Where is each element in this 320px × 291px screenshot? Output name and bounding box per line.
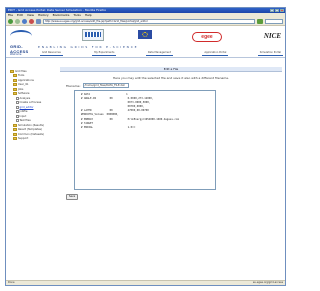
menu-view[interactable]: View (27, 13, 34, 18)
go-button[interactable] (257, 19, 263, 24)
save-button[interactable]: Save (66, 194, 78, 200)
home-icon[interactable] (36, 19, 41, 24)
back-icon[interactable] (8, 19, 13, 24)
forward-icon[interactable] (15, 19, 20, 24)
banner-tagline: ENABLING GRIDS FOR E-SCIENCE (38, 45, 139, 49)
folder-icon (13, 83, 17, 87)
file-icon (16, 119, 19, 123)
menu-edit[interactable]: Edit (17, 13, 23, 18)
folder-icon (13, 74, 17, 78)
file-icon (16, 110, 19, 114)
page-content: Grid files Tools Applications User_lib Jobs S… (6, 66, 285, 280)
file-tree-sidebar: Grid files Tools Applications User_lib Jobs S… (8, 67, 58, 280)
instructions-text: Here you may edit the selected file and … (112, 76, 230, 80)
menu-help[interactable]: Help (85, 13, 92, 18)
browser-window: EDIT - Grid Access Portal: Data Server S… (5, 7, 286, 286)
minimize-button[interactable] (270, 9, 274, 12)
search-input[interactable] (265, 19, 283, 24)
project-logo (82, 29, 104, 41)
sidebar-item-label: User_lib (18, 83, 29, 87)
folder-icon (13, 137, 17, 141)
grid-access-logo[interactable]: GRID-ACCESS (10, 30, 32, 54)
stop-icon[interactable] (29, 19, 34, 24)
sidebar-item-label: grid_editor (19, 105, 34, 109)
barcode-logo-icon (85, 32, 101, 37)
nav-link[interactable]: Simulation Portal (257, 51, 283, 56)
status-bar: Done eu-egee.org/grid-access (6, 280, 285, 285)
address-bar[interactable]: http://www.eu-egee.org/grid-access/edit_… (43, 19, 255, 24)
nav-link[interactable]: Grid Resources (40, 51, 63, 56)
menu-history[interactable]: History (38, 13, 49, 18)
sidebar-item-label: Tools (18, 74, 25, 78)
sidebar-item-label: Result (Templates) (18, 128, 43, 132)
top-nav: Grid Resources My Experiments Data Manag… (40, 51, 283, 56)
maximize-button[interactable] (275, 9, 279, 12)
menu-bookmarks[interactable]: Bookmarks (53, 13, 70, 18)
menu-tools[interactable]: Tools (73, 13, 80, 18)
welcome-label: Welcome (10, 53, 22, 56)
file-icon (16, 96, 19, 100)
status-text: Done (8, 281, 15, 284)
folder-icon (13, 87, 17, 91)
folder-icon (13, 132, 17, 136)
sidebar-item-label: Common (Datasets) (18, 132, 45, 136)
nav-link[interactable]: Application Portal (202, 51, 229, 56)
folder-icon (13, 128, 17, 132)
window-titlebar: EDIT - Grid Access Portal: Data Server S… (6, 8, 285, 13)
nav-link[interactable]: My Experiments (92, 51, 117, 56)
edit-panel: Edit a File Here you may edit the select… (60, 67, 282, 280)
folder-icon (13, 78, 17, 82)
sidebar-item-label: Create a Process (19, 101, 42, 105)
sidebar-item-label: Applications (18, 78, 34, 82)
status-zone: eu-egee.org/grid-access (252, 281, 283, 284)
reload-icon[interactable] (22, 19, 27, 24)
menu-file[interactable]: File (8, 13, 13, 18)
sidebar-item-label: Jobs (18, 87, 24, 91)
window-controls (270, 9, 284, 12)
egee-logo[interactable]: egee (192, 32, 222, 42)
sidebar-item-label: Input (19, 114, 27, 118)
eu-stars-icon (142, 32, 148, 37)
eu-flag-icon (138, 30, 152, 39)
close-button[interactable] (280, 9, 284, 12)
wave-logo-icon (10, 30, 32, 42)
file-icon (16, 105, 19, 109)
page-title: Edit a File (60, 67, 282, 72)
nav-link[interactable]: Data Management (145, 51, 173, 56)
sidebar-item-label: Software (18, 92, 30, 96)
sidebar-item-label: Jobfile (19, 110, 28, 114)
filename-input[interactable]: /home/grid_files/DATA_FILE.dat (82, 83, 129, 88)
sidebar-item-label: Simulation (Results) (18, 123, 45, 127)
filename-row: Filename: /home/grid_files/DATA_FILE.dat (66, 83, 282, 88)
sidebar-item-label: Support (18, 137, 29, 141)
file-editor-textarea[interactable]: # DATA 1 # ANGLE-IN 00 0.0000,273.12000,… (74, 90, 216, 190)
folder-icon (10, 69, 14, 73)
folder-icon (13, 92, 17, 96)
nice-logo[interactable]: NICE (264, 32, 281, 40)
file-icon (16, 114, 19, 118)
site-banner: GRID-ACCESS egee NICE ENABLING GRIDS FOR… (6, 26, 285, 58)
filename-label: Filename: (66, 83, 81, 88)
sidebar-item-label: Test files (19, 119, 31, 123)
file-icon (16, 101, 19, 105)
folder-icon (13, 123, 17, 127)
sidebar-item-label: Grid files (15, 69, 27, 73)
sidebar-item[interactable]: Support (10, 137, 56, 142)
sidebar-item-label: Analysis (19, 96, 31, 100)
window-title: EDIT - Grid Access Portal: Data Server S… (8, 8, 107, 12)
nav-toolbar: http://www.eu-egee.org/grid-access/edit_… (6, 18, 285, 26)
